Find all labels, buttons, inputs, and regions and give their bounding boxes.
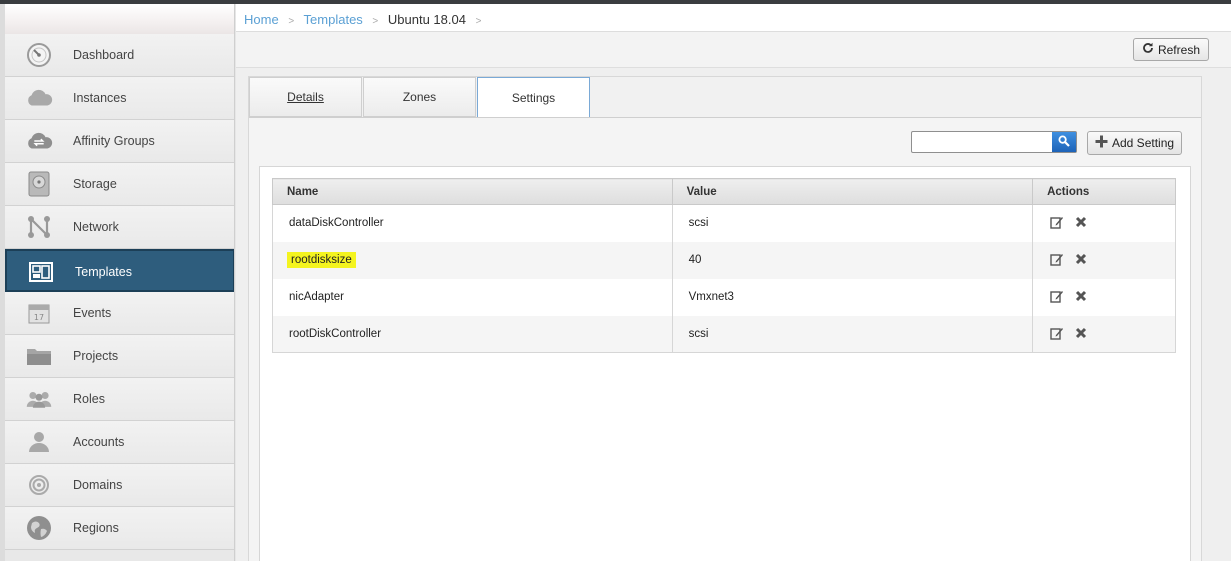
sidebar-item-domains[interactable]: Domains (5, 464, 234, 507)
table-row: dataDiskController scsi (272, 204, 1176, 242)
refresh-icon (1142, 42, 1154, 57)
templates-icon (27, 259, 55, 285)
column-header-value: Value (671, 178, 1034, 205)
sidebar-item-label: Network (73, 220, 119, 234)
breadcrumb-templates[interactable]: Templates (304, 12, 363, 27)
sidebar-item-dashboard[interactable]: Dashboard (5, 34, 234, 77)
setting-name: rootdisksize (272, 241, 673, 279)
delete-icon[interactable] (1073, 214, 1089, 230)
column-header-name: Name (272, 178, 673, 205)
setting-value: scsi (671, 204, 1034, 242)
breadcrumb-current: Ubuntu 18.04 (387, 12, 466, 27)
calendar-icon: 17 (25, 300, 53, 326)
affinity-cloud-icon (25, 128, 53, 154)
table-header-row: Name Value Actions (272, 178, 1176, 205)
sidebar: Dashboard Instances Affinity Groups Stor… (0, 4, 235, 561)
plus-icon (1095, 135, 1108, 151)
edit-icon[interactable] (1049, 251, 1065, 267)
main-area: Home > Templates > Ubuntu 18.04 > Refres… (236, 4, 1231, 561)
sidebar-item-storage[interactable]: Storage (5, 163, 234, 206)
sidebar-nav: Dashboard Instances Affinity Groups Stor… (5, 34, 234, 550)
tab-details[interactable]: Details (249, 77, 362, 117)
setting-name: dataDiskController (272, 204, 673, 242)
globe-icon (25, 515, 53, 541)
settings-grid: Name Value Actions dataDiskController sc… (259, 166, 1191, 561)
sidebar-item-label: Storage (73, 177, 117, 191)
sidebar-item-label: Dashboard (73, 48, 135, 62)
column-header-actions: Actions (1032, 178, 1176, 205)
sidebar-item-label: Domains (73, 478, 123, 492)
sidebar-item-templates[interactable]: Templates (5, 249, 234, 292)
sidebar-item-affinity-groups[interactable]: Affinity Groups (5, 120, 234, 163)
search-input[interactable] (912, 132, 1052, 152)
add-setting-button[interactable]: Add Setting (1087, 131, 1183, 155)
table-row: nicAdapter Vmxnet3 (272, 278, 1176, 316)
details-panel: Details Zones Settings Add Setting Name … (248, 76, 1202, 561)
tab-settings[interactable]: Settings (477, 77, 590, 118)
row-actions (1032, 204, 1176, 242)
sidebar-item-label: Roles (73, 392, 105, 406)
delete-icon[interactable] (1073, 288, 1089, 304)
sidebar-item-label: Events (73, 306, 112, 320)
row-actions (1032, 241, 1176, 279)
sidebar-header (5, 4, 234, 34)
sidebar-item-accounts[interactable]: Accounts (5, 421, 234, 464)
search-box (911, 131, 1077, 153)
setting-value: Vmxnet3 (671, 278, 1034, 316)
search-button[interactable] (1052, 132, 1076, 152)
delete-icon[interactable] (1073, 325, 1089, 341)
disk-icon (25, 171, 53, 197)
sidebar-item-label: Regions (73, 521, 119, 535)
tab-label: Details (287, 90, 324, 104)
search-icon (1058, 134, 1070, 150)
breadcrumb-separator-icon: > (475, 16, 482, 27)
setting-name: rootDiskController (272, 315, 673, 353)
tab-label: Zones (402, 90, 437, 104)
refresh-label: Refresh (1157, 42, 1200, 57)
sidebar-item-label: Projects (73, 349, 119, 363)
edit-icon[interactable] (1049, 325, 1065, 341)
highlighted-setting-name: rootdisksize (287, 252, 356, 268)
tab-label: Settings (511, 91, 556, 105)
row-actions (1032, 278, 1176, 316)
table-row: rootdisksize 40 (272, 241, 1176, 279)
domains-icon (25, 472, 53, 498)
setting-value: 40 (671, 241, 1034, 279)
user-icon (25, 429, 53, 455)
tab-zones[interactable]: Zones (363, 77, 476, 117)
sidebar-item-regions[interactable]: Regions (5, 507, 234, 550)
network-icon (25, 214, 53, 240)
refresh-button[interactable]: Refresh (1132, 38, 1209, 61)
setting-value: scsi (671, 315, 1034, 353)
dashboard-icon (25, 42, 53, 68)
table-row: rootDiskController scsi (272, 315, 1176, 353)
cloud-icon (25, 85, 53, 111)
folder-icon (25, 343, 53, 369)
edit-icon[interactable] (1049, 214, 1065, 230)
edit-icon[interactable] (1049, 288, 1065, 304)
sidebar-item-roles[interactable]: Roles (5, 378, 234, 421)
sidebar-item-label: Templates (75, 265, 132, 279)
sidebar-item-network[interactable]: Network (5, 206, 234, 249)
delete-icon[interactable] (1073, 251, 1089, 267)
sidebar-item-label: Affinity Groups (73, 134, 155, 148)
add-setting-label: Add Setting (1112, 136, 1175, 150)
svg-text:17: 17 (34, 313, 44, 322)
sidebar-item-projects[interactable]: Projects (5, 335, 234, 378)
sidebar-item-events[interactable]: 17 Events (5, 292, 234, 335)
row-actions (1032, 315, 1176, 353)
breadcrumb-separator-icon: > (288, 16, 295, 27)
settings-tab-content: Add Setting Name Value Actions dataDiskC… (249, 117, 1201, 561)
sidebar-item-instances[interactable]: Instances (5, 77, 234, 120)
breadcrumb-separator-icon: > (372, 16, 379, 27)
breadcrumb-home[interactable]: Home (244, 12, 279, 27)
breadcrumb: Home > Templates > Ubuntu 18.04 > (236, 4, 1231, 32)
toolbar: Refresh (236, 32, 1231, 68)
sidebar-item-label: Accounts (73, 435, 125, 449)
setting-name: nicAdapter (272, 278, 673, 316)
settings-table: Name Value Actions dataDiskController sc… (272, 178, 1176, 353)
roles-icon (25, 386, 53, 412)
sidebar-item-label: Instances (73, 91, 127, 105)
